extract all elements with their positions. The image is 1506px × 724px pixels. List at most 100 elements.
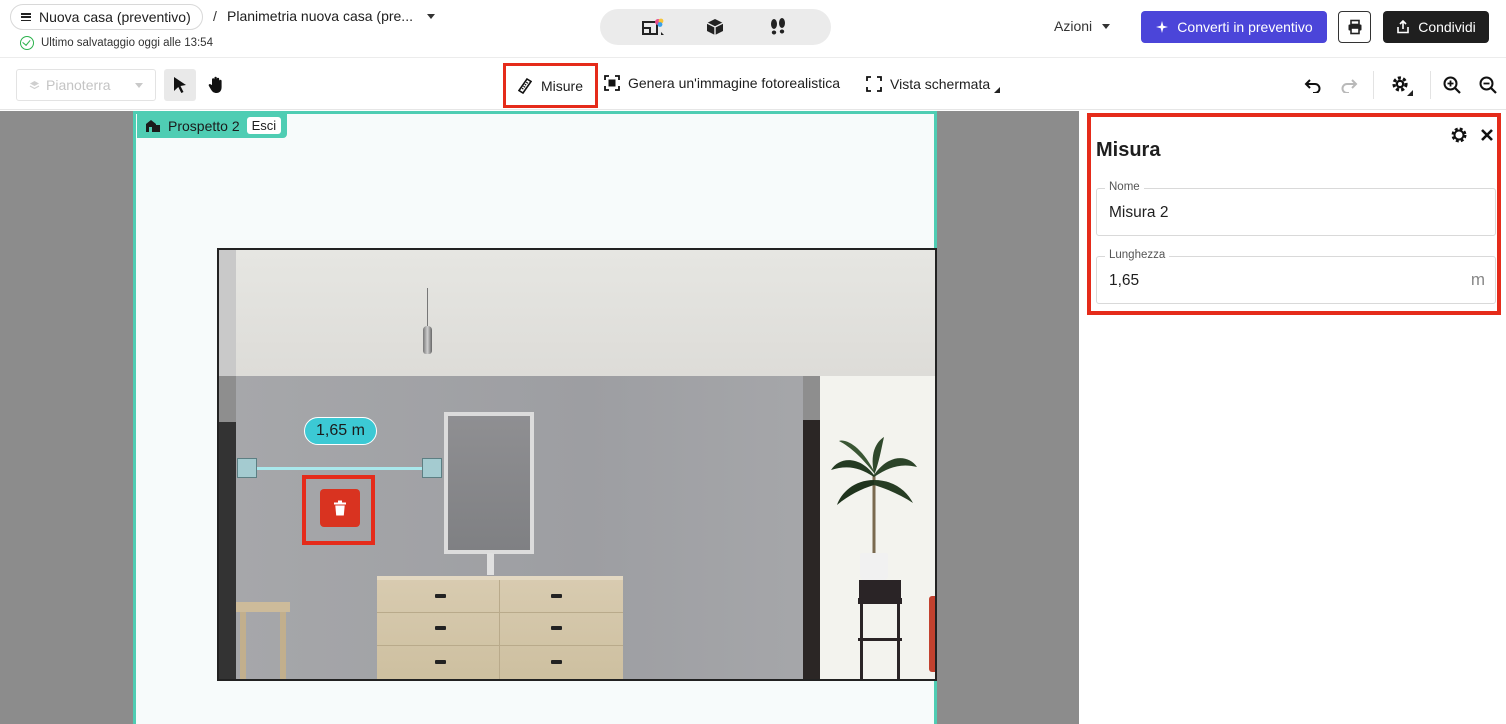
- chevron-down-icon: [426, 13, 435, 19]
- project-name: Nuova casa (preventivo): [39, 9, 191, 25]
- corner-triangle-icon: [994, 87, 1001, 93]
- pan-tool-button[interactable]: [200, 69, 232, 101]
- select-tool-button[interactable]: [164, 69, 196, 101]
- drawer-handle: [435, 594, 446, 598]
- wall-elevation-view[interactable]: [217, 248, 937, 681]
- length-field-label: Lunghezza: [1105, 249, 1170, 261]
- measurement-start-handle[interactable]: [237, 458, 257, 478]
- convert-to-quote-button[interactable]: Converti in preventivo: [1141, 11, 1327, 43]
- stool[interactable]: [236, 602, 290, 679]
- editor-toolbar: Pianoterra Misure Genera un'immagine fot…: [0, 59, 1506, 110]
- measure-tool-button[interactable]: Misure: [503, 63, 598, 108]
- measurement-line[interactable]: [238, 467, 432, 470]
- stool-leg: [280, 612, 286, 679]
- chevron-down-icon: [1102, 23, 1111, 29]
- pendant-lamp: [423, 326, 432, 354]
- plant-stand[interactable]: [856, 598, 904, 679]
- drawer-handle: [551, 660, 562, 664]
- drawer-divider: [377, 612, 623, 613]
- length-field[interactable]: Lunghezza 1,65 m: [1096, 249, 1496, 304]
- layers-icon: [29, 81, 40, 90]
- sparkle-icon: [1156, 21, 1169, 33]
- menu-icon: [21, 13, 31, 22]
- exit-elevation-button[interactable]: Esci: [246, 117, 282, 134]
- breadcrumb-separator: /: [213, 8, 217, 24]
- plant-pot: [860, 553, 888, 581]
- printer-icon: [1348, 19, 1361, 35]
- redo-button[interactable]: [1337, 73, 1361, 97]
- stand-leg: [860, 604, 863, 679]
- top-header: Nuova casa (preventivo) / Planimetria nu…: [0, 0, 1506, 58]
- name-field[interactable]: Nome Misura 2: [1096, 181, 1496, 236]
- panel-close-button[interactable]: [1477, 125, 1497, 145]
- ceiling: [219, 250, 935, 376]
- walkthrough-view-button[interactable]: [761, 13, 795, 41]
- length-unit: m: [1470, 270, 1485, 289]
- mirror[interactable]: [444, 412, 534, 554]
- drawer-handle: [551, 626, 562, 630]
- house-elevation-icon: [146, 119, 160, 132]
- fullscreen-label: Vista schermata: [890, 76, 991, 92]
- gear-icon: [1451, 127, 1467, 143]
- gear-icon: [1392, 76, 1413, 96]
- panel-settings-button[interactable]: [1449, 125, 1469, 145]
- floor-select-value: Pianoterra: [46, 77, 111, 93]
- drawer-handle: [435, 626, 446, 630]
- toolbar-divider: [1430, 71, 1431, 99]
- drawer-handle: [435, 660, 446, 664]
- name-field-value[interactable]: Misura 2: [1109, 204, 1168, 222]
- faucet: [487, 553, 494, 575]
- potted-plant[interactable]: [829, 435, 919, 555]
- properties-panel: Misura Nome Misura 2 Lunghezza 1,65 m: [1079, 111, 1506, 724]
- actions-dropdown[interactable]: Azioni: [1054, 18, 1111, 34]
- check-circle-icon: [20, 36, 34, 50]
- door-frame-mid: [803, 420, 820, 679]
- floor-select[interactable]: Pianoterra: [16, 69, 156, 101]
- stand-shelf: [858, 638, 902, 641]
- wall-edge-left: [219, 376, 236, 422]
- drawer-divider: [499, 580, 500, 679]
- panel-title: Misura: [1096, 139, 1161, 161]
- toolbar-divider: [1373, 71, 1374, 99]
- pendant-wire: [427, 288, 428, 330]
- zoom-out-button[interactable]: [1476, 73, 1500, 97]
- measurement-label[interactable]: 1,65 m: [304, 417, 377, 445]
- chevron-down-icon: [135, 82, 143, 88]
- pot-base: [859, 580, 901, 600]
- stool-seat: [236, 602, 290, 612]
- close-icon: [1481, 129, 1493, 141]
- settings-button[interactable]: [1388, 73, 1416, 97]
- plan-selector[interactable]: Planimetria nuova casa (pre...: [227, 8, 435, 24]
- drawer-divider: [377, 645, 623, 646]
- print-button[interactable]: [1338, 11, 1371, 43]
- undo-button[interactable]: [1301, 73, 1325, 97]
- view-mode-toggle: [600, 9, 831, 45]
- editor-canvas[interactable]: Prospetto 2 Esci 1,65 m: [0, 111, 1079, 724]
- drawer-handle: [551, 594, 562, 598]
- edge-object-marker: [929, 596, 935, 672]
- vanity-cabinet[interactable]: [377, 576, 623, 679]
- share-label: Condividi: [1418, 19, 1476, 35]
- fullscreen-view-button[interactable]: Vista schermata: [866, 75, 1001, 93]
- share-upload-icon: [1397, 20, 1410, 34]
- undo-icon: [1304, 79, 1321, 93]
- stand-top: [858, 598, 902, 604]
- project-menu-button[interactable]: Nuova casa (preventivo): [10, 4, 203, 30]
- stand-leg: [897, 604, 900, 679]
- stool-leg: [240, 612, 246, 679]
- delete-measurement-button[interactable]: [320, 489, 360, 527]
- 2d-plan-view-button[interactable]: [636, 13, 670, 41]
- elevation-tag: Prospetto 2 Esci: [137, 113, 288, 138]
- fullscreen-icon: [866, 76, 882, 92]
- measurement-end-handle[interactable]: [422, 458, 442, 478]
- zoom-in-button[interactable]: [1440, 73, 1464, 97]
- wall-edge-mid: [803, 376, 820, 420]
- zoom-in-icon: [1443, 76, 1461, 94]
- zoom-out-icon: [1479, 76, 1497, 94]
- redo-icon: [1341, 79, 1358, 93]
- plan-name: Planimetria nuova casa (pre...: [227, 8, 413, 24]
- length-field-value[interactable]: 1,65: [1109, 272, 1139, 290]
- share-button[interactable]: Condividi: [1383, 11, 1489, 43]
- 3d-view-button[interactable]: [698, 13, 732, 41]
- photorealistic-render-button[interactable]: Genera un'immagine fotorealistica: [604, 75, 840, 91]
